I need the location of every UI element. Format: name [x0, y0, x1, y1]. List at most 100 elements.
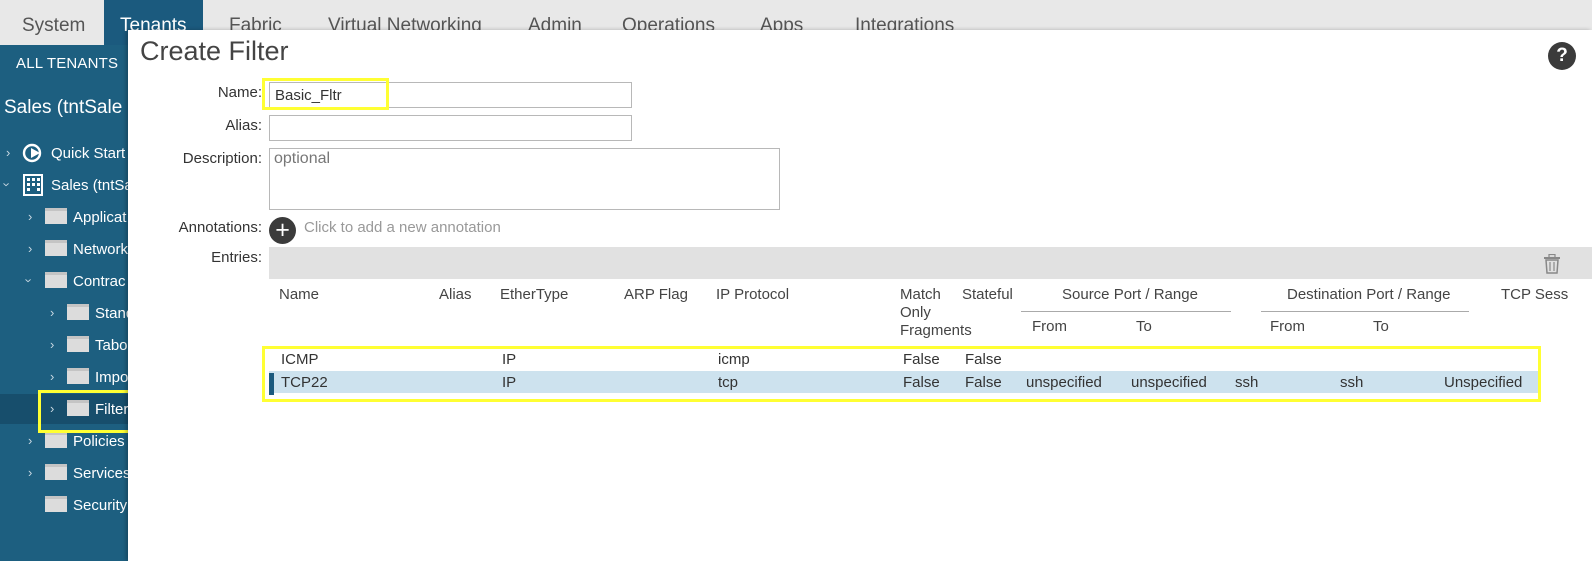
column-header-name[interactable]: Name	[279, 286, 319, 304]
cell-source-from: unspecified	[1026, 374, 1102, 391]
sidebar-item-label: Services	[73, 465, 128, 482]
name-label: Name:	[217, 84, 262, 101]
chevron-right-icon[interactable]: ›	[28, 465, 32, 480]
tab-system[interactable]: System	[22, 0, 85, 45]
cell-destination-from: ssh	[1235, 374, 1259, 391]
create-filter-dialog: Create Filter ? Name: Alias: Description…	[128, 30, 1592, 561]
dialog-title: Create Filter	[140, 36, 289, 66]
folder-icon	[67, 368, 89, 384]
cell-match-only-fragments: False	[903, 351, 940, 368]
column-header-destination-port-range[interactable]: Destination Port / Range	[1287, 286, 1450, 304]
sidebar-item-services[interactable]: › Services	[0, 458, 128, 488]
folder-icon	[45, 272, 67, 288]
sidebar-item-contracts[interactable]: › Contrac	[0, 266, 128, 296]
selected-row-marker	[269, 373, 274, 395]
column-header-arp-flag[interactable]: ARP Flag	[624, 286, 688, 304]
column-header-match-only-fragments[interactable]: Match Only Fragments	[900, 286, 972, 340]
help-icon[interactable]: ?	[1548, 42, 1576, 70]
header-line: Match	[900, 286, 941, 303]
cell-tcp-session: Unspecified	[1444, 374, 1523, 391]
name-input[interactable]	[269, 82, 632, 108]
description-input[interactable]	[269, 148, 780, 210]
annotations-label: Annotations:	[178, 219, 262, 236]
sidebar-item-label: Security	[73, 497, 128, 514]
cell-match-only-fragments: False	[903, 374, 940, 391]
chevron-right-icon[interactable]: ›	[28, 241, 32, 256]
description-label: Description:	[182, 150, 262, 167]
entries-toolbar	[269, 247, 1592, 279]
folder-icon	[45, 432, 67, 448]
alias-label: Alias:	[225, 117, 262, 134]
table-row[interactable]: TCP22 IP tcp False False unspecified uns…	[269, 371, 1539, 393]
header-divider	[1021, 311, 1231, 312]
folder-icon	[45, 496, 67, 512]
folder-icon	[45, 240, 67, 256]
chevron-right-icon[interactable]: ›	[28, 433, 32, 448]
sidebar-item-label: Tabo	[95, 337, 128, 354]
column-header-ip-protocol[interactable]: IP Protocol	[716, 286, 789, 304]
add-annotation-hint[interactable]: Click to add a new annotation	[304, 219, 501, 236]
sidebar-item-networking[interactable]: › Network	[0, 234, 128, 264]
folder-icon	[45, 208, 67, 224]
sidebar-item-label: Contrac	[73, 273, 126, 290]
chevron-right-icon[interactable]: ›	[50, 369, 54, 384]
column-header-stateful[interactable]: Stateful	[962, 286, 1013, 304]
sidebar-item-label: Applicat	[73, 209, 127, 226]
chevron-right-icon[interactable]: ›	[50, 305, 54, 320]
cell-destination-to: ssh	[1340, 374, 1364, 391]
folder-icon	[45, 464, 67, 480]
all-tenants-link[interactable]: ALL TENANTS	[16, 55, 118, 72]
cell-stateful: False	[965, 351, 1002, 368]
cell-stateful: False	[965, 374, 1002, 391]
chevron-right-icon[interactable]: ›	[28, 209, 32, 224]
chevron-right-icon[interactable]: ›	[50, 337, 54, 352]
sidebar-item-label: Sales (tntSa	[51, 177, 128, 194]
quick-start-icon	[22, 143, 44, 167]
sidebar-item-security[interactable]: Security	[0, 490, 128, 520]
tenant-title: Sales (tntSale	[4, 97, 123, 118]
chevron-down-icon[interactable]: ›	[22, 278, 37, 282]
cell-ethertype: IP	[502, 351, 517, 368]
chevron-down-icon[interactable]: ›	[0, 182, 15, 186]
sidebar-item-quick-start[interactable]: › Quick Start	[0, 138, 128, 168]
column-header-alias[interactable]: Alias	[439, 286, 472, 304]
column-header-source-from[interactable]: From	[1032, 318, 1067, 336]
sidebar-item-label: Quick Start	[51, 145, 126, 162]
column-header-destination-to[interactable]: To	[1373, 318, 1389, 336]
sidebar-item-standard[interactable]: › Stand	[0, 298, 128, 328]
sidebar-item-label: Stand	[95, 305, 128, 322]
cell-ethertype: IP	[502, 374, 517, 391]
cell-name: TCP22	[281, 374, 328, 391]
column-header-tcp-session[interactable]: TCP Sess	[1501, 286, 1568, 304]
sidebar-item-filters[interactable]: › Filter	[0, 394, 128, 424]
folder-icon	[67, 304, 89, 320]
folder-icon	[67, 336, 89, 352]
sidebar-item-label: Policies	[73, 433, 125, 450]
cell-ip-protocol: icmp	[718, 351, 750, 368]
sidebar-item-policies[interactable]: › Policies	[0, 426, 128, 456]
header-divider	[1261, 311, 1469, 312]
sidebar-item-application-profiles[interactable]: › Applicat	[0, 202, 128, 232]
alias-input[interactable]	[269, 115, 632, 141]
chevron-right-icon[interactable]: ›	[6, 145, 10, 160]
trash-icon[interactable]	[1543, 253, 1561, 274]
entries-label: Entries:	[211, 249, 262, 266]
table-row[interactable]: ICMP IP icmp False False	[269, 348, 1539, 370]
sidebar: ALL TENANTS Sales (tntSale › Quick Start…	[0, 45, 128, 561]
folder-icon	[67, 400, 89, 416]
sidebar-item-imported[interactable]: › Impo	[0, 362, 128, 392]
add-annotation-icon[interactable]: +	[269, 217, 296, 244]
sidebar-item-label: Impo	[95, 369, 128, 386]
sidebar-item-label: Network	[73, 241, 128, 258]
sidebar-item-tenant[interactable]: › Sales (tntSa	[0, 170, 128, 200]
header-line: Fragments	[900, 322, 972, 339]
sidebar-item-taboos[interactable]: › Tabo	[0, 330, 128, 360]
column-header-destination-from[interactable]: From	[1270, 318, 1305, 336]
chevron-right-icon[interactable]: ›	[50, 401, 54, 416]
column-header-ethertype[interactable]: EtherType	[500, 286, 568, 304]
column-header-source-port-range[interactable]: Source Port / Range	[1062, 286, 1198, 304]
building-icon	[23, 174, 43, 200]
column-header-source-to[interactable]: To	[1136, 318, 1152, 336]
sidebar-item-label: Filter	[95, 401, 128, 418]
cell-ip-protocol: tcp	[718, 374, 739, 391]
